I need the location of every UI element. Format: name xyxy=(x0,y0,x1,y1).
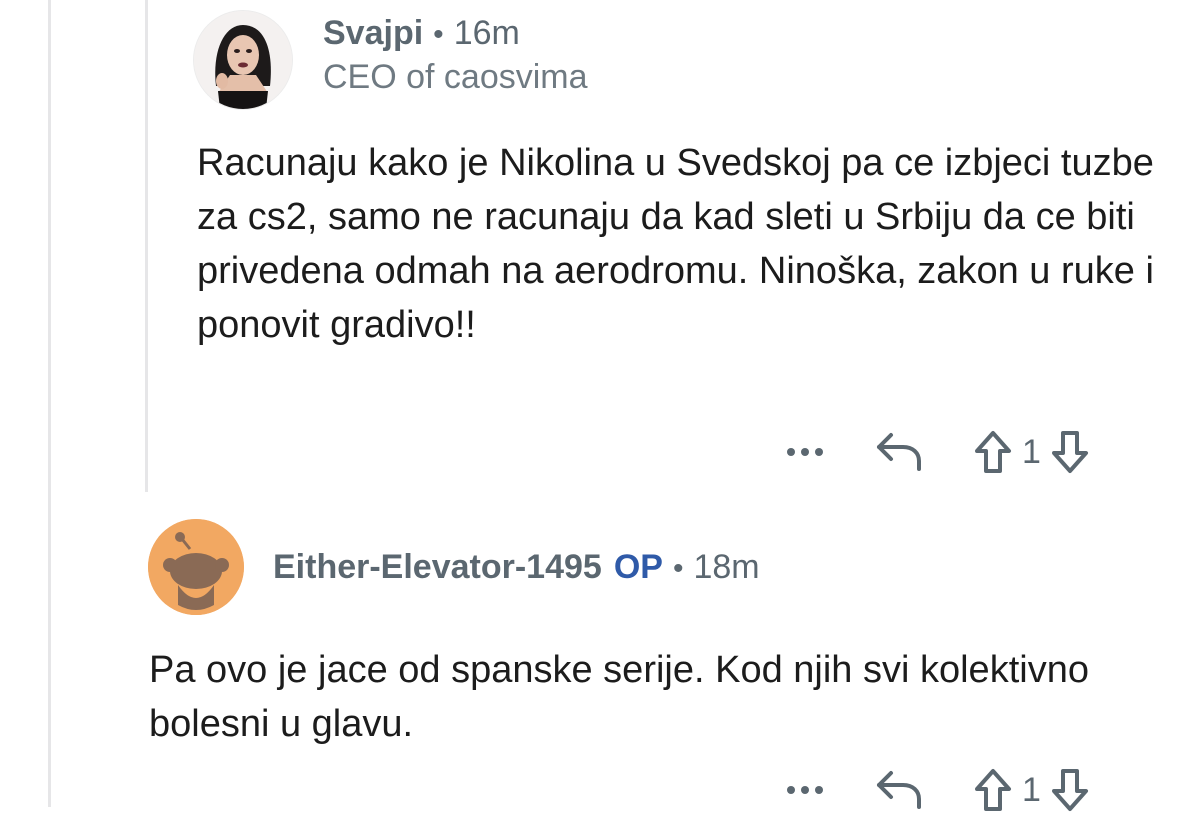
username[interactable]: Either-Elevator-1495 xyxy=(273,548,602,586)
timestamp: 16m xyxy=(453,14,520,52)
user-flair: CEO of caosvima xyxy=(323,58,588,96)
vote-score: 1 xyxy=(1022,770,1041,809)
avatar[interactable] xyxy=(193,10,293,110)
comment-actions: 1 xyxy=(780,762,1095,818)
upvote-icon[interactable] xyxy=(968,424,1018,480)
downvote-icon[interactable] xyxy=(1045,424,1095,480)
downvote-icon[interactable] xyxy=(1045,762,1095,818)
comment-body: Racunaju kako je Nikolina u Svedskoj pa … xyxy=(197,142,1154,346)
comment-actions: 1 xyxy=(780,424,1095,480)
timestamp: 18m xyxy=(693,548,760,586)
reply-icon[interactable] xyxy=(872,424,928,480)
more-icon[interactable] xyxy=(780,427,830,477)
snoo-avatar-icon xyxy=(148,519,244,615)
username[interactable]: Svajpi xyxy=(323,14,423,52)
separator-dot: • xyxy=(672,552,684,585)
comment-header: Svajpi • 16m xyxy=(323,14,520,53)
vote-score: 1 xyxy=(1022,432,1041,471)
comment-body: Pa ovo je jace od spanske serije. Kod nj… xyxy=(149,649,1089,745)
comment-header: Either-Elevator-1495 OP • 18m xyxy=(273,548,760,587)
reply-icon[interactable] xyxy=(872,762,928,818)
op-badge: OP xyxy=(613,548,663,586)
user-avatar-icon xyxy=(194,11,292,109)
separator-dot: • xyxy=(433,18,444,51)
more-icon[interactable] xyxy=(780,765,830,815)
upvote-icon[interactable] xyxy=(968,762,1018,818)
avatar[interactable] xyxy=(148,519,244,615)
comment-svajpi: Svajpi • 16m CEO of caosvima Racunaju kako… xyxy=(0,0,1179,495)
